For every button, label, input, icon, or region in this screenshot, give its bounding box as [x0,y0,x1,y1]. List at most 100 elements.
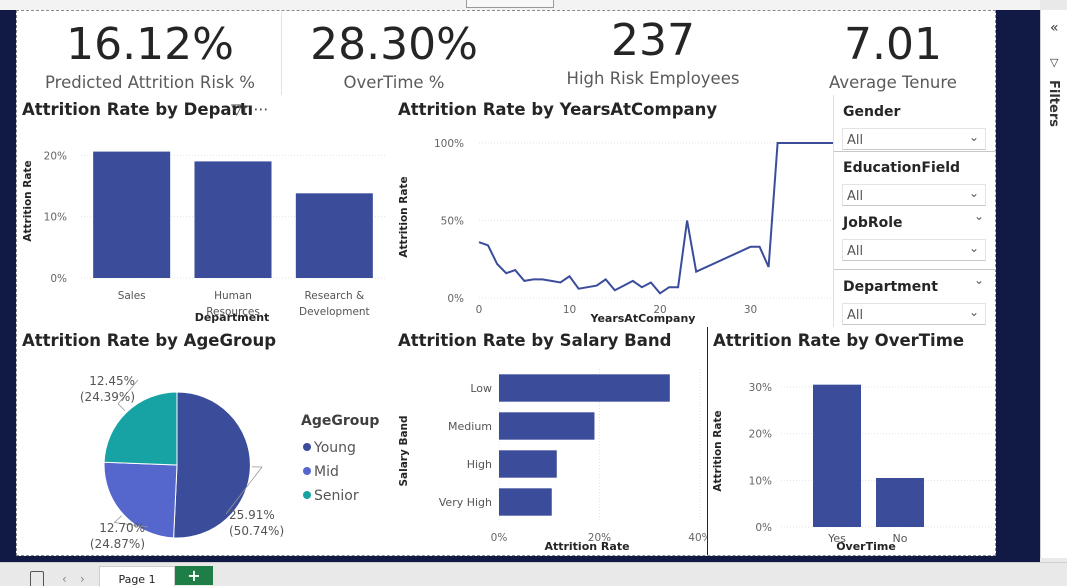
bar[interactable] [499,412,595,440]
y-tick-label: Very High [439,496,492,509]
report-canvas: 16.12% Predicted Attrition Risk % 28.30%… [16,10,996,556]
slicer-label: Department [843,279,938,295]
bar[interactable] [93,151,171,278]
legend-marker [303,491,311,499]
slicer-dropdown-gender[interactable]: All ⌄ [842,128,986,150]
kpi-label: Predicted Attrition Risk % [45,73,255,92]
y-tick-label: 50% [441,216,464,228]
y-axis-title: Attrition Rate [712,410,724,491]
overtime-chart-title: Attrition Rate by OverTime [713,331,965,350]
slicer-dropdown-education[interactable]: All ⌄ [842,184,986,206]
kpi-label: Average Tenure [829,73,957,92]
x-axis-title: Attrition Rate [544,540,629,553]
x-tick-label: 0 [476,304,483,316]
dropdown-chevron-icon[interactable]: ⌄ [974,209,984,223]
y-tick-label: Medium [448,420,492,433]
data-label: 12.45% [89,374,135,388]
slicer-label: Gender [843,104,901,120]
y-tick-label: Low [470,382,492,395]
legend-marker [303,467,311,475]
x-tick-label: 0% [491,532,508,544]
y-tick-label: 0% [447,293,464,305]
page-tab-1[interactable]: Page 1 [99,566,175,586]
x-axis-title: Department [195,311,270,324]
kpi-value: 16.12% [66,19,234,70]
slicer-dropdown-jobrole[interactable]: All ⌄ [842,239,986,261]
series-line[interactable] [478,142,833,295]
bar[interactable] [813,384,861,527]
filter-icon: ▽ [1050,56,1059,69]
bar[interactable] [499,374,670,402]
y-tick-label: High [467,458,492,471]
y-tick-label: 30% [749,382,772,394]
add-page-icon[interactable]: + [175,566,213,585]
data-label-share: (50.74%) [229,524,284,538]
slicer-label: JobRole [843,215,903,231]
data-label-share: (24.39%) [80,390,135,404]
slicer-label: EducationField [843,160,961,176]
slicer-panel: Gender All ⌄ EducationField All ⌄ JobRol… [833,95,996,327]
salary-chart-title: Attrition Rate by Salary Band [398,331,672,350]
slicer-dropdown-department[interactable]: All ⌄ [842,303,986,325]
collapse-chevrons-icon[interactable]: « [1050,20,1059,36]
bar[interactable] [295,193,373,278]
kpi-value: 237 [611,15,695,66]
x-tick-label: Human [214,290,252,302]
kpi-value: 7.01 [844,19,942,70]
top-tab[interactable] [466,0,554,8]
canvas-margin-left [0,10,16,558]
y-tick-label: 20% [44,150,67,162]
overtime-chart[interactable]: 0%10%20%30%Yes No Attrition Rate OverTime [709,351,995,557]
filters-pane[interactable]: « ▽ Filters [1040,10,1067,558]
kpi-card-overtime[interactable]: 28.30% OverTime % [283,11,505,95]
x-axis-title: OverTime [836,540,896,553]
y-axis-title: Attrition Rate [398,176,410,257]
x-tick-label: Sales [118,290,146,302]
y-tick-label: 10% [749,475,772,487]
years-chart[interactable]: 0%50%100%010203040 Attrition Rate YearsA… [393,123,833,327]
kpi-label: OverTime % [343,73,445,92]
x-axis-title: YearsAtCompany [590,312,696,325]
y-axis-title: Salary Band [398,415,410,486]
visual-header-icons: ▽r ⋯ [231,100,268,118]
y-axis-title: Attrition Rate [22,160,34,241]
kpi-card-tenure[interactable]: 7.01 Average Tenure [793,11,993,95]
x-tick-label: 40% [688,532,707,544]
y-tick-label: 0% [50,273,67,285]
bar[interactable] [499,450,557,478]
funnel-icon[interactable]: ▽ [231,100,243,118]
slicer-value: All [847,189,864,204]
kpi-card-high-risk[interactable]: 237 High Risk Employees [517,11,789,91]
kpi-card-predicted-risk[interactable]: 16.12% Predicted Attrition Risk % [21,11,279,95]
filters-label: Filters [1046,80,1061,127]
dept-chart-title: Attrition Rate by Departı [22,100,254,119]
y-tick-label: 100% [434,138,464,150]
dropdown-chevron-icon[interactable]: ⌄ [974,273,984,287]
salary-chart[interactable]: LowMediumHighVery High0%20%40% Salary Ba… [393,351,707,557]
bar[interactable] [499,488,552,516]
dropdown-chevron-icon: ⌄ [968,186,979,200]
legend-marker [303,443,311,451]
bar[interactable] [876,478,924,527]
page-tabs-bar: ‹ › Page 1 + [0,562,1067,586]
data-label: 12.70% [99,521,145,535]
slicer-value: All [847,133,864,148]
age-chart[interactable]: 25.91% (50.74%) 12.70% (24.87%) 12.45% (24.39… [17,351,393,557]
kpi-divider [281,11,282,95]
dept-chart[interactable]: 0%10%20%Sales HumanResourcesResearch &Dev… [17,123,393,327]
data-label-share: (24.87%) [90,537,145,551]
years-chart-title: Attrition Rate by YearsAtCompany [398,100,718,119]
kpi-label: High Risk Employees [566,69,740,88]
data-label: 25.91% [229,508,275,522]
legend-label: Senior [314,488,359,504]
x-tick-label: 10 [563,304,576,316]
more-options-icon[interactable]: r ⋯ [243,100,269,118]
legend-label: Young [313,440,356,456]
x-tick-label: Research & [304,290,364,302]
y-tick-label: 20% [749,429,772,441]
y-tick-label: 10% [44,212,67,224]
age-chart-title: Attrition Rate by AgeGroup [22,331,277,350]
bar[interactable] [194,161,272,278]
legend-title: AgeGroup [301,413,379,429]
x-tick-label: Development [299,306,370,318]
